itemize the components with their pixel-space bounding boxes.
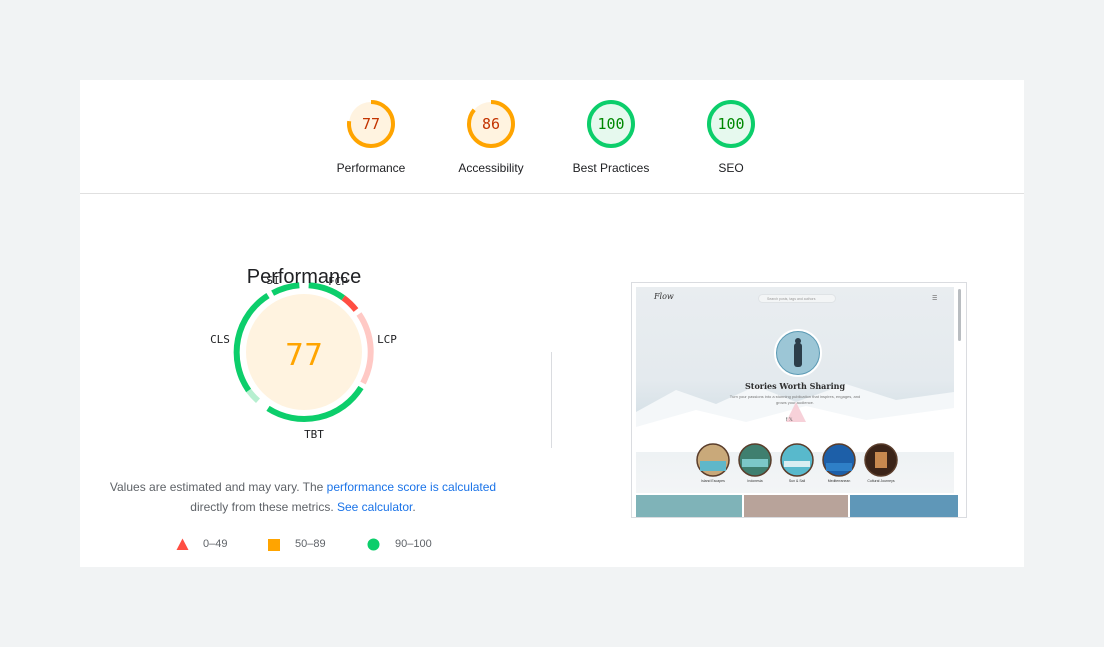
gauge-best-practices-ring: 100	[587, 100, 635, 148]
score-note: Values are estimated and may vary. The p…	[100, 477, 506, 517]
metric-label-lcp: LCP	[377, 333, 397, 346]
gauge-performance-score: 77	[362, 115, 380, 133]
metric-segment-cls-loss	[246, 388, 261, 404]
category-label: Cultural Journeys	[867, 479, 895, 483]
category-image	[738, 443, 772, 477]
screenshot-hero-title: Stories Worth Sharing	[744, 381, 846, 391]
gauge-accessibility-ring: 86	[467, 100, 515, 148]
section-divider	[551, 352, 552, 448]
category-image	[780, 443, 814, 477]
performance-big-score: 77	[285, 338, 323, 373]
gauge-performance-ring: 77	[347, 100, 395, 148]
gauge-performance-label: Performance	[336, 161, 406, 175]
mountain-graphic	[636, 384, 954, 452]
gauge-seo-label: SEO	[718, 161, 744, 175]
gauge-best-practices-label: Best Practices	[572, 161, 650, 175]
report-card: 77 Performance 86 Accessibility 100 Best…	[80, 80, 1024, 567]
triangle-icon	[176, 538, 189, 550]
hero-avatar	[774, 329, 822, 377]
legend-pass-range: 90–100	[395, 538, 432, 550]
screenshot-logo: Flow	[654, 292, 674, 301]
category-label: Sun & Sail	[788, 479, 806, 483]
performance-metric-gauge: 77 SI FCP LCP TBT CLS	[210, 274, 397, 441]
score-note-text-2: directly from these metrics.	[190, 500, 337, 514]
final-screenshot[interactable]: Flow Search posts, tags and authors ☰ St…	[631, 282, 967, 518]
metric-segment-fcp-loss	[341, 295, 359, 312]
gauge-seo[interactable]: 100 SEO	[671, 98, 791, 188]
performance-score-link[interactable]: performance score is calculated	[327, 480, 496, 494]
category-image	[864, 443, 898, 477]
gauge-best-practices-score: 100	[597, 115, 624, 133]
metric-label-tbt: TBT	[304, 428, 324, 441]
score-note-text-1: Values are estimated and may vary. The	[109, 480, 327, 494]
category-label: Mediterranean	[827, 479, 851, 483]
circle-icon	[367, 538, 380, 551]
gauge-accessibility[interactable]: 86 Accessibility	[431, 98, 551, 188]
legend-average-range: 50–89	[295, 538, 326, 550]
screenshot-hero-subtitle: Turn your passions into a stunning publi…	[729, 394, 861, 405]
category-image	[822, 443, 856, 477]
category-gauges: 77 Performance 86 Accessibility 100 Best…	[80, 80, 1024, 194]
score-note-text-3: .	[412, 500, 416, 514]
hamburger-icon: ☰	[932, 296, 938, 302]
see-calculator-link[interactable]: See calculator	[337, 500, 412, 514]
screenshot-image-strip	[636, 495, 958, 517]
gauge-accessibility-label: Accessibility	[458, 161, 524, 175]
screenshot-hero: Flow Search posts, tags and authors ☰ St…	[636, 287, 954, 493]
category-label: Indonesia	[747, 479, 763, 483]
gauge-seo-ring: 100	[707, 100, 755, 148]
performance-title: Performance	[246, 266, 362, 288]
gauge-performance[interactable]: 77 Performance	[311, 98, 431, 188]
gauge-seo-score: 100	[717, 115, 744, 133]
square-icon	[268, 539, 280, 551]
category-image	[696, 443, 730, 477]
gauge-best-practices[interactable]: 100 Best Practices	[551, 98, 671, 188]
screenshot-socials: f 𝕏	[786, 417, 793, 423]
metric-label-cls: CLS	[210, 333, 230, 346]
category-label: Island Escapes	[701, 479, 725, 483]
legend-fail-range: 0–49	[203, 538, 228, 550]
screenshot-search: Search posts, tags and authors	[758, 294, 836, 303]
screenshot-scrollbar	[958, 289, 961, 341]
gauge-accessibility-score: 86	[482, 115, 500, 133]
